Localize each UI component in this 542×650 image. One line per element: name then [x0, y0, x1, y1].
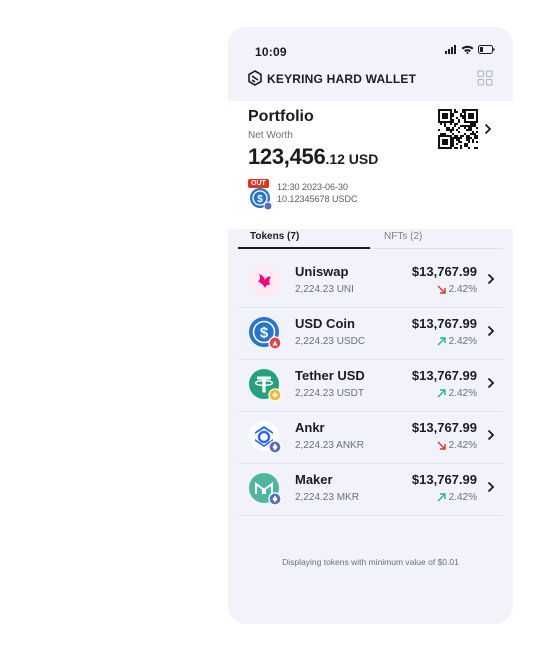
- tab-nfts[interactable]: NFTs (2): [384, 231, 422, 242]
- token-value: $13,767.99: [411, 368, 477, 383]
- status-time: 10:09: [255, 45, 287, 59]
- token-change-percent: 2.42%: [448, 388, 477, 399]
- last-transaction-time: 12:30 2023-06-30: [277, 182, 349, 192]
- tab-tokens[interactable]: Tokens (7): [250, 231, 299, 242]
- chevron-right-icon[interactable]: [487, 377, 495, 389]
- keyring-logo-icon: [248, 70, 262, 86]
- wifi-icon: [461, 45, 474, 54]
- uniswap-logo-icon: [249, 265, 281, 297]
- token-change-percent: 2.42%: [448, 284, 477, 295]
- token-amount: 2,224.23 USDT: [295, 388, 364, 399]
- phone-screen: 10:09 KEYRING HARD WALLET Portfolio Net …: [228, 27, 513, 624]
- signal-icon: [445, 45, 456, 54]
- usdc-logo-icon: $: [249, 317, 282, 350]
- token-row[interactable]: Uniswap 2,224.23 UNI $13,767.99 2.42%: [238, 256, 503, 308]
- brand-name: KEYRING HARD WALLET: [267, 72, 417, 86]
- app-bar: KEYRING HARD WALLET: [248, 70, 493, 88]
- chevron-right-icon[interactable]: [487, 325, 495, 337]
- token-change-percent: 2.42%: [448, 336, 477, 347]
- ankr-logo-icon: [249, 421, 282, 454]
- net-worth-integer: 123,456: [248, 144, 326, 169]
- qr-code-button[interactable]: [435, 106, 481, 152]
- token-name: USD Coin: [295, 316, 355, 331]
- token-value: $13,767.99: [411, 316, 477, 331]
- last-transaction-amount: 10.12345678 USDC: [277, 194, 358, 204]
- token-list: Uniswap 2,224.23 UNI $13,767.99 2.42% $ …: [238, 256, 503, 516]
- arrow-down-right-icon: [437, 441, 446, 450]
- maker-logo-icon: [249, 473, 282, 506]
- token-change: 2.42%: [437, 492, 477, 503]
- net-worth-decimal: .12 USD: [325, 151, 379, 167]
- chevron-right-icon[interactable]: [487, 429, 495, 441]
- svg-text:$: $: [260, 325, 269, 342]
- token-amount: 2,224.23 USDC: [295, 336, 366, 347]
- last-transaction-icon: OUT $: [248, 179, 273, 210]
- token-change-percent: 2.42%: [448, 440, 477, 451]
- minimum-value-note: Displaying tokens with minimum value of …: [282, 557, 459, 567]
- chevron-right-icon[interactable]: [484, 123, 492, 135]
- token-row[interactable]: $ USD Coin 2,224.23 USDC $13,767.99 2.42…: [238, 308, 503, 360]
- net-worth-value: 123,456.12 USD: [248, 144, 378, 170]
- svg-text:$: $: [257, 194, 263, 205]
- token-change: 2.42%: [437, 388, 477, 399]
- token-amount: 2,224.23 MKR: [295, 492, 359, 503]
- asset-tabs: Tokens (7) NFTs (2): [238, 227, 503, 249]
- system-icons: [445, 45, 495, 54]
- token-name: Uniswap: [295, 264, 349, 279]
- token-name: Tether USD: [295, 368, 365, 383]
- token-change: 2.42%: [437, 440, 477, 451]
- chevron-right-icon[interactable]: [487, 481, 495, 493]
- token-value: $13,767.99: [411, 472, 477, 487]
- token-row[interactable]: Ankr 2,224.23 ANKR $13,767.99 2.42%: [238, 412, 503, 464]
- arrow-up-right-icon: [437, 493, 446, 502]
- usdc-coin-icon: $: [250, 188, 273, 210]
- token-value: $13,767.99: [411, 264, 477, 279]
- chevron-right-icon[interactable]: [487, 273, 495, 285]
- token-row[interactable]: Maker 2,224.23 MKR $13,767.99 2.42%: [238, 464, 503, 516]
- token-name: Ankr: [295, 420, 325, 435]
- portfolio-title: Portfolio: [248, 108, 314, 125]
- net-worth-label: Net Worth: [248, 130, 293, 141]
- apps-grid-icon[interactable]: [477, 70, 493, 86]
- arrow-up-right-icon: [437, 389, 446, 398]
- battery-icon: [478, 45, 495, 54]
- portfolio-card: Portfolio Net Worth 123,456.12 USD OUT $…: [228, 101, 513, 229]
- token-row[interactable]: Tether USD 2,224.23 USDT $13,767.99 2.42…: [238, 360, 503, 412]
- arrow-down-right-icon: [437, 285, 446, 294]
- status-bar: 10:09: [228, 27, 513, 73]
- qr-code-icon: [438, 109, 478, 149]
- token-amount: 2,224.23 UNI: [295, 284, 354, 295]
- arrow-up-right-icon: [437, 337, 446, 346]
- token-amount: 2,224.23 ANKR: [295, 440, 364, 451]
- token-name: Maker: [295, 472, 333, 487]
- token-change: 2.42%: [437, 336, 477, 347]
- token-value: $13,767.99: [411, 420, 477, 435]
- active-tab-indicator: [238, 247, 370, 249]
- token-change-percent: 2.42%: [448, 492, 477, 503]
- token-change: 2.42%: [437, 284, 477, 295]
- tether-logo-icon: [249, 369, 282, 402]
